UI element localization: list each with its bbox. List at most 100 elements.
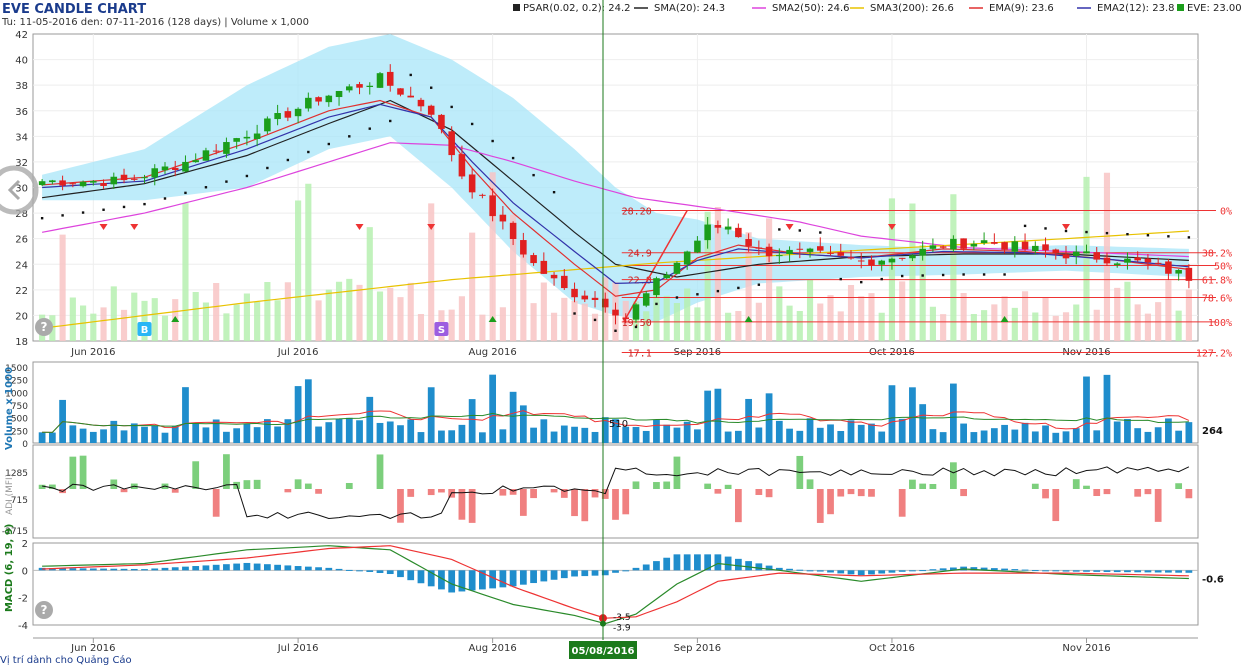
volume-bg-bar — [254, 301, 261, 341]
legend-entry: EVE: 23.00 — [1187, 3, 1242, 14]
macd-histogram-bar — [755, 563, 763, 571]
volume-bg-bar — [940, 314, 947, 341]
adi-bar — [407, 489, 415, 497]
candle-body — [38, 181, 46, 186]
psar-dot — [1064, 229, 1068, 233]
candle-body — [909, 255, 916, 259]
candle-body — [202, 150, 210, 161]
macd-histogram-bar — [274, 564, 281, 571]
macd-histogram-bar — [714, 554, 722, 571]
psar-dot — [470, 122, 474, 126]
volume-bar — [448, 430, 456, 443]
volume-bg-bar — [243, 293, 250, 341]
macd-histogram-bar — [376, 570, 384, 573]
macd-histogram-bar — [909, 570, 916, 572]
adi-bar — [171, 489, 179, 493]
psar-dot — [1146, 234, 1150, 237]
y-tick-label: 42 — [15, 30, 28, 41]
volume-bar — [704, 390, 712, 443]
macd-histogram-bar — [182, 566, 189, 571]
adi-bar — [755, 489, 763, 495]
macd-histogram-bar — [1113, 570, 1121, 573]
candle-body — [376, 73, 384, 88]
volume-bg-bar — [806, 280, 814, 341]
macd-histogram-bar — [1052, 570, 1060, 572]
candle-body — [1124, 258, 1131, 263]
volume-bar — [960, 423, 968, 443]
volume-bar — [1062, 431, 1070, 443]
macd-histogram-bar — [284, 565, 292, 571]
psar-dot — [184, 191, 187, 195]
volume-bg-bar — [192, 292, 199, 341]
candle-body — [704, 224, 711, 241]
candle-body — [1175, 270, 1182, 274]
macd-histogram-bar — [786, 568, 793, 571]
macd-line — [42, 545, 1189, 625]
volume-bar — [673, 427, 681, 443]
bollinger-band — [42, 34, 1189, 322]
adi-bar — [724, 484, 732, 489]
adi-bar — [294, 479, 302, 489]
psar-dot — [860, 280, 863, 284]
candle-body — [663, 274, 670, 279]
volume-bar — [304, 379, 312, 443]
volume-bar — [755, 427, 763, 443]
candle-body — [1144, 258, 1152, 263]
volume-bar — [591, 431, 599, 443]
macd-histogram-bar — [100, 568, 107, 571]
macd-histogram-bar — [1083, 570, 1090, 572]
macd-histogram-bar — [827, 570, 834, 573]
volume-bar — [1083, 376, 1090, 443]
psar-dot — [225, 180, 228, 183]
legend-entry: EMA(9): 23.6 — [989, 3, 1054, 14]
volume-bar — [223, 431, 230, 443]
psar-dot — [389, 119, 392, 123]
psar-dot — [286, 158, 290, 162]
candle-body — [898, 257, 906, 259]
volume-bar — [110, 420, 118, 443]
chart-title: EVE CANDLE CHART — [2, 2, 146, 17]
adi-bar — [1134, 489, 1142, 497]
volume-last-value: 264 — [1202, 426, 1223, 437]
macd-y-tick: -2 — [18, 594, 28, 605]
volume-bar — [233, 428, 241, 443]
psar-dot — [245, 174, 249, 178]
macd-histogram-bar — [356, 570, 363, 572]
volume-bg-bar — [520, 248, 527, 341]
adi-bar — [458, 489, 466, 520]
psar-dot — [655, 302, 658, 306]
fib-price-label: 17.1 — [628, 349, 652, 360]
volume-bg-bar — [356, 284, 363, 341]
candle-body — [888, 258, 896, 263]
volume-bg-bar — [325, 289, 332, 341]
adi-bar — [243, 480, 251, 489]
y-tick-label: 24 — [15, 260, 28, 271]
candle-body — [561, 275, 568, 289]
macd-histogram-bar — [141, 569, 148, 571]
volume-bar — [1124, 419, 1131, 443]
adi-bar — [1175, 483, 1183, 489]
volume-bar — [345, 417, 353, 443]
macd-histogram-bar — [530, 570, 537, 584]
trade-signal-icon — [1062, 224, 1071, 230]
macd-histogram-bar — [663, 557, 671, 571]
volume-bg-bar — [1042, 297, 1049, 341]
candle-body — [591, 297, 599, 300]
candle-body — [182, 161, 189, 172]
adi-bar — [847, 489, 855, 495]
volume-bg-bar — [663, 295, 670, 341]
psar-dot — [778, 228, 781, 231]
macd-histogram-bar — [847, 570, 855, 575]
candle-body — [397, 88, 404, 95]
psar-dot — [409, 73, 412, 77]
candle-body — [806, 248, 814, 252]
volume-bg-bar — [120, 309, 128, 341]
volume-bg-bar — [397, 297, 404, 341]
macd-histogram-bar — [816, 570, 824, 572]
volume-bg-bar — [1011, 307, 1018, 341]
macd-histogram-bar — [223, 564, 230, 571]
volume-bg-bar — [571, 300, 578, 341]
psar-dot — [880, 277, 883, 281]
volume-bg-bar — [407, 282, 414, 341]
legend-swatch — [513, 4, 520, 11]
